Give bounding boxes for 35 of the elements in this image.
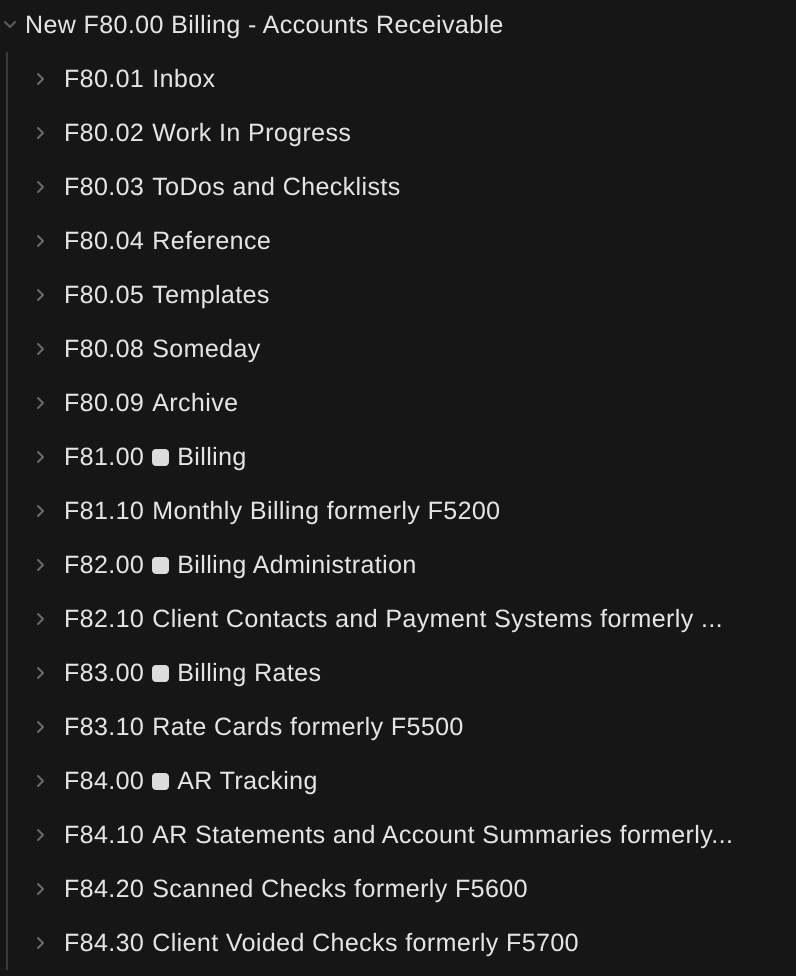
folder-label[interactable]: Monthly Billing formerly F5200 <box>152 496 500 526</box>
folder-label[interactable]: Client Contacts and Payment Systems formerly ... <box>152 604 724 634</box>
folder-label[interactable]: F83.10 <box>64 712 144 742</box>
folder-label[interactable]: Work In Progress <box>152 118 352 148</box>
folder-label[interactable]: F80.04 <box>64 226 144 256</box>
folder-label[interactable]: Billing Administration <box>177 550 417 580</box>
folder-label[interactable]: F84.00 <box>64 766 144 796</box>
folder-label[interactable]: Billing <box>177 442 247 472</box>
folder-label[interactable]: ToDos and Checklists <box>152 172 401 202</box>
folder-label[interactable]: F84.20 <box>64 874 144 904</box>
folder-label[interactable]: F81.10 <box>64 496 144 526</box>
folder-label[interactable]: F84.10 <box>64 820 144 850</box>
folder-label[interactable]: Someday <box>152 334 261 364</box>
folder-label[interactable]: F80.02 <box>64 118 144 148</box>
folder-label[interactable]: AR Tracking <box>177 766 318 796</box>
folder-label[interactable]: F80.09 <box>64 388 144 418</box>
folder-label[interactable]: New F80.00 Billing - Accounts Receivable <box>25 10 504 40</box>
folder-label[interactable]: F80.01 <box>64 64 144 94</box>
folder-label[interactable]: Rate Cards formerly F5500 <box>152 712 464 742</box>
folder-label[interactable]: F80.05 <box>64 280 144 310</box>
folder-label[interactable]: F83.00 <box>64 658 144 688</box>
folder-label[interactable]: Archive <box>152 388 238 418</box>
folder-label[interactable]: Reference <box>152 226 272 256</box>
folder-label[interactable]: Templates <box>152 280 270 310</box>
folder-label[interactable]: Inbox <box>152 64 216 94</box>
folder-label[interactable]: F84.30 <box>64 928 144 958</box>
folder-label[interactable]: F82.10 <box>64 604 144 634</box>
folder-label[interactable]: Scanned Checks formerly F5600 <box>152 874 528 904</box>
folder-label[interactable]: F80.03 <box>64 172 144 202</box>
folder-label[interactable]: F82.00 <box>64 550 144 580</box>
folder-label[interactable]: F80.08 <box>64 334 144 364</box>
folder-label[interactable]: Billing Rates <box>177 658 322 688</box>
folder-label[interactable]: AR Statements and Account Summaries formerly... <box>152 820 734 850</box>
folder-label[interactable]: Client Voided Checks formerly F5700 <box>152 928 579 958</box>
folder-label[interactable]: F81.00 <box>64 442 144 472</box>
